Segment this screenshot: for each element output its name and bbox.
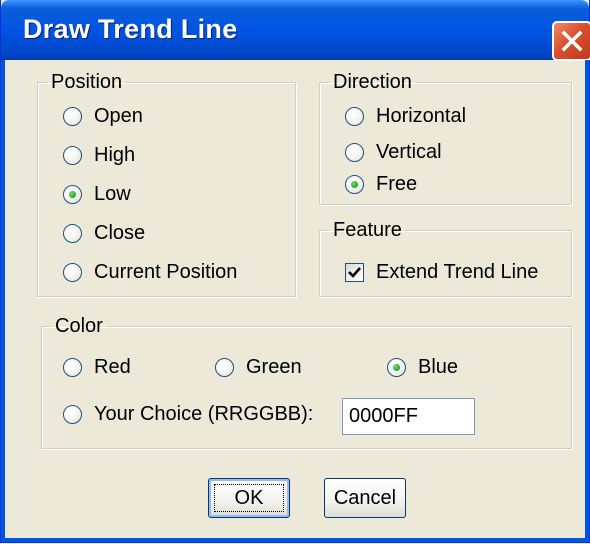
radio-button-selected[interactable] xyxy=(345,175,364,194)
radio-label: Vertical xyxy=(376,141,442,163)
radio-button[interactable] xyxy=(345,107,364,126)
feature-group: Feature xyxy=(319,219,572,297)
radio-button[interactable] xyxy=(345,143,364,162)
cancel-button-label: Cancel xyxy=(333,486,397,509)
position-radio-current-position[interactable]: Current Position xyxy=(63,261,237,284)
title-bar[interactable]: Draw Trend Line xyxy=(1,0,590,61)
color-radio-red[interactable]: Red xyxy=(63,356,131,379)
radio-label: Horizontal xyxy=(376,105,467,127)
cancel-button[interactable]: Cancel xyxy=(324,478,406,518)
radio-label: Low xyxy=(94,183,131,205)
window-border-left xyxy=(1,60,5,542)
color-radio-green[interactable]: Green xyxy=(215,356,302,379)
direction-radio-free[interactable]: Free xyxy=(345,173,417,196)
direction-legend: Direction xyxy=(333,71,412,93)
window-border-right xyxy=(585,60,589,542)
position-radio-high[interactable]: High xyxy=(63,144,135,167)
draw-trend-line-dialog: Draw Trend Line Position Open High Low C… xyxy=(0,0,590,543)
radio-label: Blue xyxy=(418,356,459,378)
position-legend: Position xyxy=(51,71,123,93)
radio-label: Red xyxy=(94,356,131,378)
radio-button-selected[interactable] xyxy=(387,358,406,377)
radio-label: Close xyxy=(94,222,146,244)
radio-label: Green xyxy=(246,356,302,378)
radio-button-selected[interactable] xyxy=(63,185,82,204)
radio-button[interactable] xyxy=(63,224,82,243)
checkbox-box[interactable] xyxy=(345,263,364,282)
position-radio-close[interactable]: Close xyxy=(63,222,145,245)
focus-indicator xyxy=(214,484,284,512)
custom-color-input[interactable] xyxy=(342,398,475,435)
radio-button[interactable] xyxy=(63,405,82,424)
direction-radio-horizontal[interactable]: Horizontal xyxy=(345,105,466,128)
radio-button[interactable] xyxy=(63,358,82,377)
radio-label: Current Position xyxy=(94,261,238,283)
window-border-bottom xyxy=(1,538,589,542)
checkbox-label: Extend Trend Line xyxy=(376,261,539,283)
radio-label: Open xyxy=(94,105,143,127)
color-radio-blue[interactable]: Blue xyxy=(387,356,458,379)
radio-button[interactable] xyxy=(63,107,82,126)
radio-button[interactable] xyxy=(63,263,82,282)
radio-label: High xyxy=(94,144,136,166)
close-icon xyxy=(561,30,583,52)
checkmark-icon xyxy=(348,267,361,278)
radio-button[interactable] xyxy=(215,358,234,377)
color-group: Color xyxy=(41,315,572,449)
close-button[interactable] xyxy=(552,21,590,61)
dialog-title: Draw Trend Line xyxy=(23,14,238,44)
extend-trend-line-checkbox[interactable]: Extend Trend Line xyxy=(345,261,538,284)
radio-label: Your Choice (RRGGBB): xyxy=(94,403,314,425)
color-radio-your-choice[interactable]: Your Choice (RRGGBB): xyxy=(63,403,313,426)
position-radio-low[interactable]: Low xyxy=(63,183,131,206)
direction-radio-vertical[interactable]: Vertical xyxy=(345,141,442,164)
feature-legend: Feature xyxy=(333,219,402,241)
radio-button[interactable] xyxy=(63,146,82,165)
radio-label: Free xyxy=(376,173,418,195)
color-legend: Color xyxy=(55,315,103,337)
position-radio-open[interactable]: Open xyxy=(63,105,143,128)
